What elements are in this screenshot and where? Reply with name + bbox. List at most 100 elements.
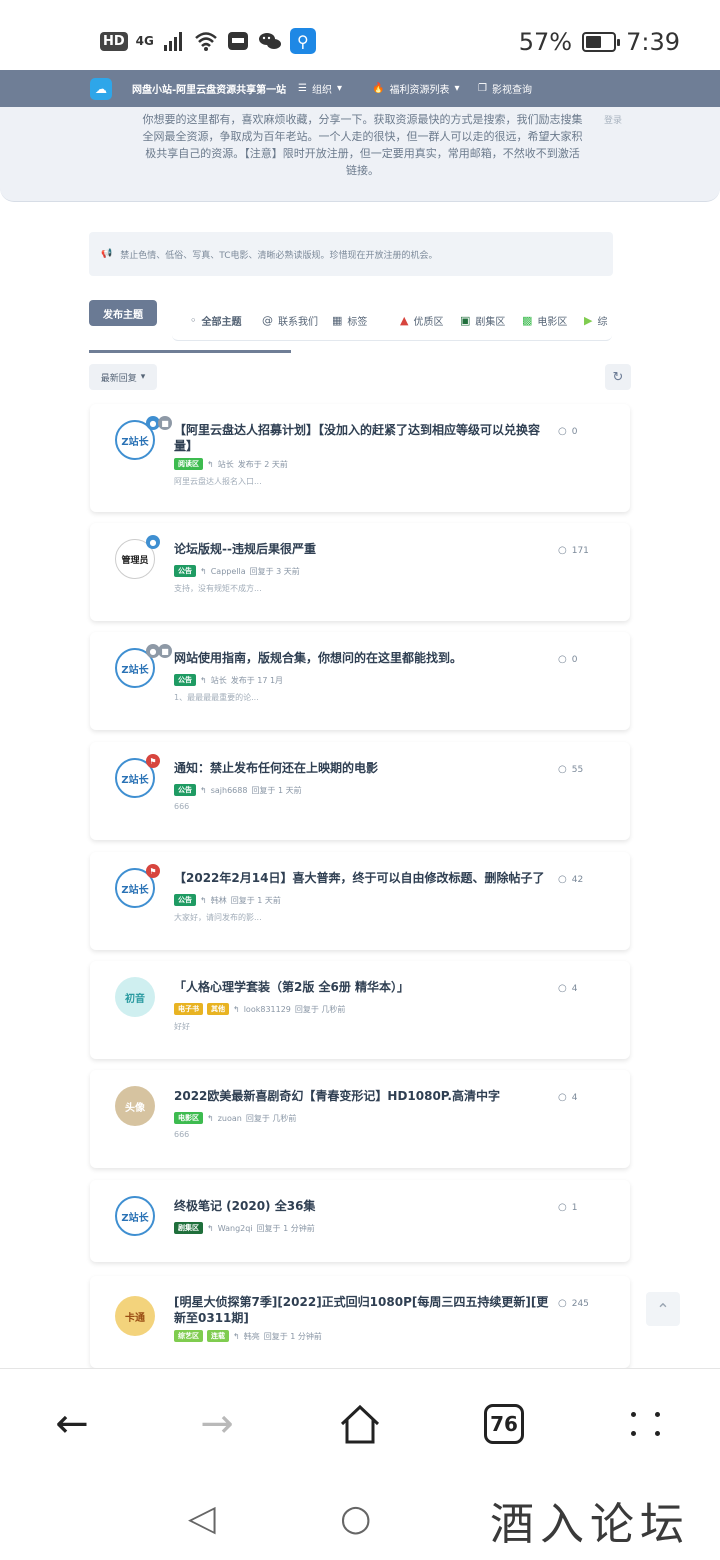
tag-bar: ◦ 全部主题 @ 联系我们 ▦ 标签 ▲ 优质区 ▣ 剧集区 ▩ 电影区 ▶ 综 (172, 305, 612, 341)
discussion-card[interactable]: 管理员 ● 论坛版规--违规后果很严重 公告 ↰ Cappella 回复于 3 天前 支持，没… (90, 523, 630, 621)
reply-count-value: 42 (571, 874, 584, 885)
tag-label[interactable]: 公告 (174, 565, 196, 577)
avatar[interactable]: 卡通 (115, 1296, 155, 1336)
tag-variety[interactable]: ▶ 综 (584, 313, 607, 328)
author-name[interactable]: 站长 (211, 675, 227, 686)
battery-icon (582, 32, 621, 52)
reply-count: ○ 0 (558, 654, 577, 665)
tag-label[interactable]: 电子书 (174, 1003, 203, 1015)
author-name[interactable]: Cappella (211, 567, 246, 576)
reply-count-value: 4 (571, 983, 578, 994)
comment-icon: ○ (558, 983, 567, 994)
discussion-meta: 剧集区 ↰ Wang2qi 回复于 1 分钟前 (174, 1222, 315, 1234)
pin-icon: ⚑ (146, 754, 160, 768)
avatar[interactable]: 头像 (115, 1086, 155, 1126)
start-discussion-button[interactable]: 发布主题 (89, 300, 157, 326)
discussion-excerpt: 666 (174, 802, 190, 811)
tag-label[interactable]: 连载 (207, 1330, 229, 1342)
welcome-hero: 你想要的这里都有，喜欢麻烦收藏，分享一下。获取资源最快的方式是搜索，我们励志搜集… (0, 107, 720, 202)
tag-label[interactable]: 电影区 (174, 1112, 203, 1124)
back-button[interactable]: ← (47, 1399, 97, 1449)
lock-icon: ■ (158, 416, 172, 430)
author-name[interactable]: 韩林 (211, 895, 227, 906)
comment-icon: ○ (558, 764, 567, 775)
discussion-title[interactable]: 「人格心理学套装（第2版 全6册 精华本）」 (174, 979, 554, 995)
nav-label: 影视查询 (491, 85, 532, 96)
tag-label[interactable]: 剧集区 (174, 1222, 203, 1234)
post-time: 回复于 1 天前 (251, 785, 302, 795)
avatar[interactable]: Z站长 (115, 1196, 155, 1236)
tag-series[interactable]: ▣ 剧集区 (460, 313, 505, 328)
reply-arrow-icon: ↰ (207, 1223, 214, 1233)
tag-label[interactable]: 公告 (174, 674, 196, 686)
copy-icon: ❐ (478, 83, 487, 94)
tag-label[interactable]: 阅读区 (174, 458, 203, 470)
author-name[interactable]: look831129 (244, 1005, 291, 1014)
reply-count-value: 245 (571, 1298, 589, 1309)
tag-label[interactable]: 公告 (174, 894, 196, 906)
discussion-card[interactable]: Z站长 ● ■ 网站使用指南，版规合集，你想问的在这里都能找到。 公告 ↰ 站长 发布于 17… (90, 632, 630, 730)
tag-movies[interactable]: ▩ 电影区 (522, 313, 567, 328)
discussion-title[interactable]: 通知：禁止发布任何还在上映期的电影 (174, 760, 554, 776)
discussion-card[interactable]: 初音 「人格心理学套装（第2版 全6册 精华本）」电子书 其他 ↰ look831129… (90, 961, 630, 1059)
discussion-title[interactable]: 【阿里云盘达人招募计划】【没加入的赶紧了达到相应等级可以兑换容量】 (174, 422, 554, 454)
system-home-icon[interactable]: ○ (340, 1498, 371, 1539)
reply-count: ○ 1 (558, 1202, 577, 1213)
nav-resources[interactable]: 🔥 福利资源列表 ▾ (372, 81, 459, 96)
site-title[interactable]: 网盘小站-阿里云盘资源共享第一站 (132, 81, 286, 96)
discussion-title[interactable]: 论坛版规--违规后果很严重 (174, 541, 554, 557)
author-name[interactable]: 韩亮 (244, 1331, 260, 1342)
discussion-excerpt: 666 (174, 1130, 190, 1139)
tag-label[interactable]: 公告 (174, 784, 196, 796)
tag-label: 优质区 (413, 317, 444, 328)
author-name[interactable]: 站长 (218, 459, 234, 470)
discussion-card[interactable]: Z站长 ⚑ 【2022年2月14日】喜大普奔，终于可以自由修改标题、删除帖子了 公告 ↰… (90, 852, 630, 950)
tag-tags[interactable]: ▦ 标签 (332, 313, 367, 328)
tag-label: 全部主题 (201, 317, 242, 328)
tag-contact[interactable]: @ 联系我们 (262, 313, 318, 328)
discussion-card[interactable]: Z站长 ⚑ 通知：禁止发布任何还在上映期的电影 公告 ↰ sajh6688 回复于 1 天前… (90, 742, 630, 840)
megaphone-icon: 📢 (101, 249, 113, 259)
tag-label[interactable]: 其他 (207, 1003, 229, 1015)
sort-dropdown[interactable]: 最新回复 ▾ (89, 364, 157, 390)
home-icon (340, 1404, 380, 1444)
tag-all[interactable]: ◦ 全部主题 (190, 313, 242, 328)
post-time: 回复于 3 天前 (249, 566, 300, 576)
tag-label[interactable]: 综艺区 (174, 1330, 203, 1342)
nav-movie-search[interactable]: ❐ 影视查询 (478, 81, 532, 96)
discussion-title[interactable]: [明星大侦探第7季][2022]正式回归1080P[每周三四五持续更新][更新至… (174, 1294, 554, 1326)
flame-icon: 🔥 (372, 83, 385, 94)
author-name[interactable]: Wang2qi (218, 1224, 253, 1233)
refresh-button[interactable]: ↻ (605, 364, 631, 390)
scroll-to-top-button[interactable]: ⌃ (646, 1292, 680, 1326)
discussion-title[interactable]: 终极笔记 (2020) 全36集 (174, 1198, 554, 1214)
nav-label: 福利资源列表 (389, 85, 450, 96)
home-button[interactable] (335, 1399, 385, 1449)
tag-quality[interactable]: ▲ 优质区 (400, 313, 443, 328)
nav-organization[interactable]: ☰ 组织 ▾ (298, 81, 342, 96)
discussion-card[interactable]: 头像 2022欧美最新喜剧奇幻【青春变形记】HD1080P.高清中字 电影区 ↰ zuo… (90, 1070, 630, 1168)
login-link[interactable]: 登录 (604, 113, 622, 126)
discussion-card[interactable]: 卡通 [明星大侦探第7季][2022]正式回归1080P[每周三四五持续更新][更… (90, 1276, 630, 1368)
discussion-title[interactable]: 2022欧美最新喜剧奇幻【青春变形记】HD1080P.高清中字 (174, 1088, 554, 1104)
author-name[interactable]: zuoan (218, 1114, 242, 1123)
discussion-card[interactable]: Z站长 终极笔记 (2020) 全36集 剧集区 ↰ Wang2qi 回复于 1 分钟前 ○… (90, 1180, 630, 1262)
reply-count-value: 4 (571, 1092, 578, 1103)
menu-button[interactable] (623, 1399, 673, 1449)
forward-button[interactable]: → (192, 1399, 242, 1449)
discussion-meta: 电子书 其他 ↰ look831129 回复于 几秒前 (174, 1003, 345, 1015)
discussion-title[interactable]: 【2022年2月14日】喜大普奔，终于可以自由修改标题、删除帖子了 (174, 870, 554, 886)
author-name[interactable]: sajh6688 (211, 786, 248, 795)
more-icon (631, 1412, 665, 1436)
discussion-title[interactable]: 网站使用指南，版规合集，你想问的在这里都能找到。 (174, 650, 554, 666)
tabs-button[interactable]: 76 (479, 1399, 529, 1449)
tv-icon: ▣ (460, 314, 471, 327)
avatar[interactable]: 初音 (115, 977, 155, 1017)
wechat-icon (258, 33, 281, 49)
cloud-logo-icon[interactable]: ☁ (90, 78, 112, 100)
system-back-icon[interactable]: ◁ (188, 1498, 216, 1539)
comment-icon: ○ (558, 545, 567, 556)
comment-icon: ○ (558, 1092, 567, 1103)
tag-label: 综 (597, 317, 608, 328)
discussion-card[interactable]: Z站长 ● ■ 【阿里云盘达人招募计划】【没加入的赶紧了达到相应等级可以兑换容量】 阅读… (90, 404, 630, 512)
